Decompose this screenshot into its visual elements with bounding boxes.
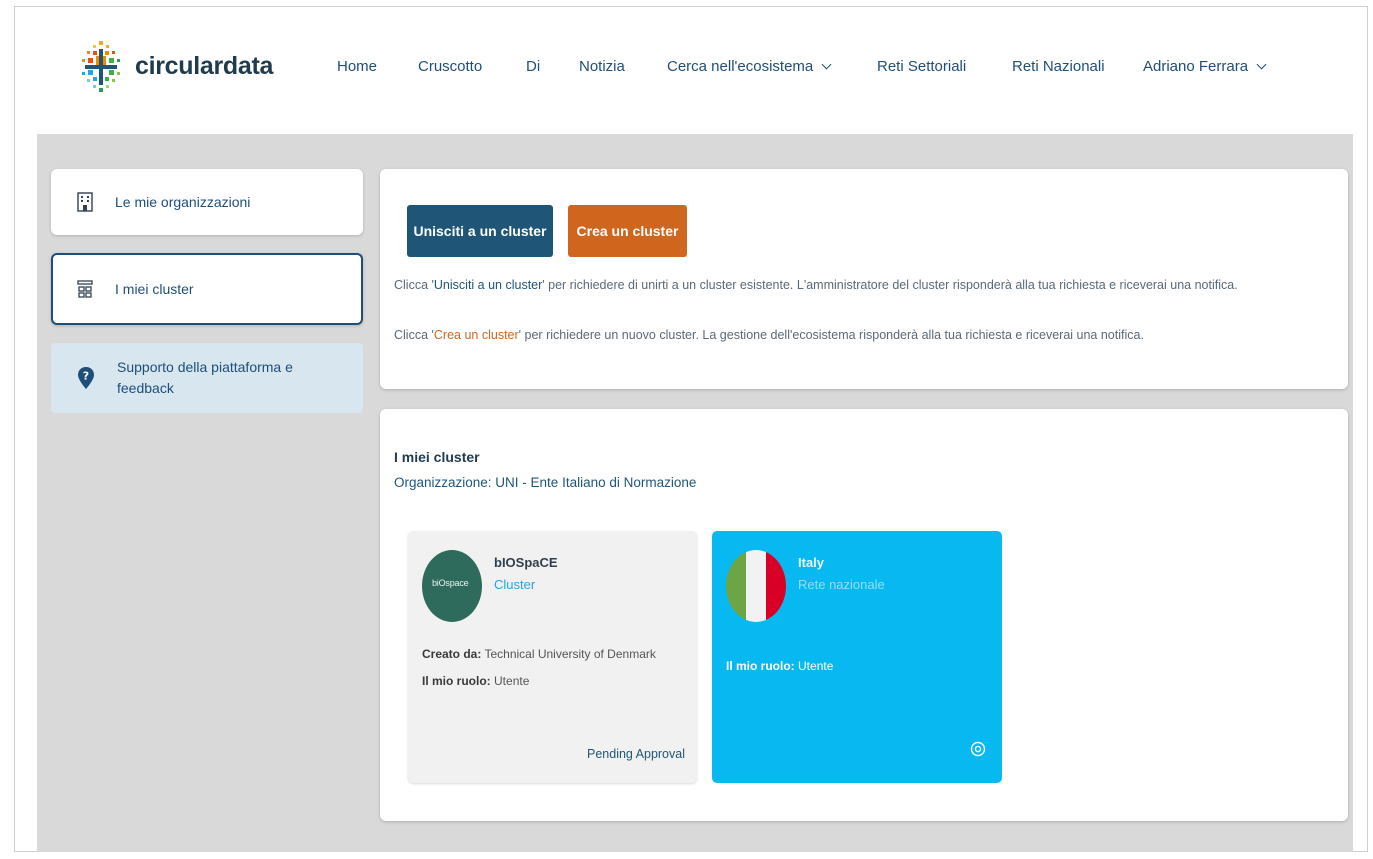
sidebar-item-supporto[interactable]: ? Supporto della piattaforma e feedback — [51, 343, 363, 413]
sidebar-item-organizzazioni[interactable]: Le mie organizzazioni — [51, 169, 363, 235]
created-by: Creato da: Technical University of Denma… — [422, 647, 656, 661]
organization-label: Organizzazione: UNI - Ente Italiano di N… — [394, 475, 697, 490]
italy-flag-icon — [726, 550, 786, 622]
nav-user-dropdown[interactable]: Adriano Ferrara — [1143, 58, 1267, 75]
nav-cerca-label: Cerca nell'ecosistema — [667, 58, 814, 75]
nav-cerca-dropdown[interactable]: Cerca nell'ecosistema — [667, 58, 832, 75]
main-nav: Home Cruscotto Di Notizia Cerca nell'eco… — [15, 58, 1367, 80]
building-icon — [77, 192, 93, 212]
app-window: circulardata Home Cruscotto Di Notizia C… — [14, 6, 1368, 852]
nav-cruscotto[interactable]: Cruscotto — [418, 58, 482, 75]
create-info-highlight: Crea un cluster — [433, 328, 519, 342]
help-pin-icon: ? — [78, 367, 94, 389]
nav-di[interactable]: Di — [526, 58, 540, 75]
create-cluster-button[interactable]: Crea un cluster — [568, 205, 687, 257]
my-role: Il mio ruolo: Utente — [422, 674, 530, 688]
cluster-icon — [77, 280, 93, 298]
cluster-avatar: biOspace — [422, 550, 482, 622]
my-role: Il mio ruolo: Utente — [726, 659, 834, 673]
section-title: I miei cluster — [394, 449, 480, 465]
cluster-card-biospace[interactable]: biOspace bIOSpaCE Cluster Creato da: Tec… — [408, 531, 697, 783]
cluster-name: Italy — [798, 555, 825, 570]
cluster-name: bIOSpaCE — [494, 555, 558, 570]
clusters-panel: I miei cluster Organizzazione: UNI - Ent… — [380, 409, 1348, 821]
sidebar-item-label: I miei cluster — [115, 280, 194, 297]
nav-home[interactable]: Home — [337, 58, 377, 75]
nav-reti-settoriali[interactable]: Reti Settoriali — [877, 58, 966, 75]
sidebar-item-label: Supporto della piattaforma e feedback — [117, 359, 293, 396]
create-info-text: Clicca 'Crea un cluster' per richiedere … — [394, 328, 1144, 342]
cluster-card-italy[interactable]: Italy Rete nazionale Il mio ruolo: Utent… — [712, 531, 1002, 783]
join-info-highlight: Unisciti a un cluster — [433, 278, 543, 292]
svg-text:?: ? — [83, 370, 89, 383]
chevron-down-icon — [821, 59, 832, 70]
nav-notizia[interactable]: Notizia — [579, 58, 625, 75]
nav-reti-nazionali[interactable]: Reti Nazionali — [1012, 58, 1105, 75]
actions-panel: Unisciti a un cluster Crea un cluster Cl… — [380, 169, 1348, 389]
user-name: Adriano Ferrara — [1143, 58, 1249, 75]
join-cluster-button[interactable]: Unisciti a un cluster — [407, 205, 553, 257]
sidebar-item-cluster[interactable]: I miei cluster — [51, 253, 363, 325]
sidebar-item-label: Le mie organizzazioni — [115, 193, 251, 210]
eye-icon[interactable] — [970, 741, 986, 757]
cluster-type: Cluster — [494, 577, 536, 592]
content-area: Le mie organizzazioni I miei cluster ? S… — [37, 134, 1353, 852]
avatar-text: biOspace — [432, 578, 469, 588]
header: circulardata Home Cruscotto Di Notizia C… — [15, 7, 1367, 134]
pending-approval-status[interactable]: Pending Approval — [587, 747, 685, 761]
join-info-text: Clicca 'Unisciti a un cluster' per richi… — [394, 278, 1238, 292]
cluster-type: Rete nazionale — [798, 577, 885, 592]
chevron-down-icon — [1256, 59, 1267, 70]
